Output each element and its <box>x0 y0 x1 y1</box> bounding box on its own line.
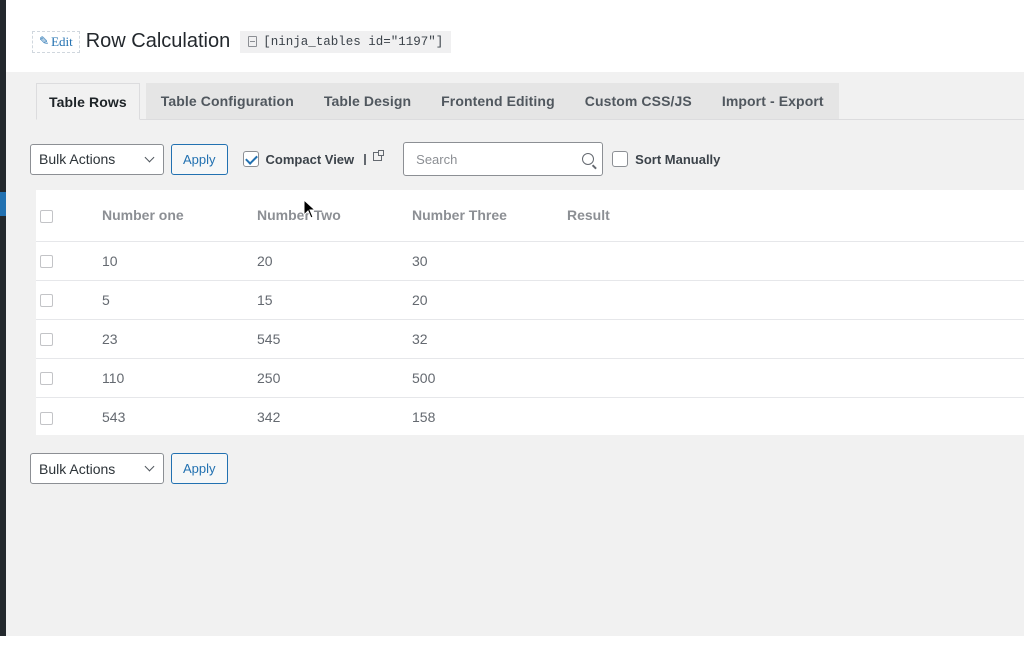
tab-table-rows[interactable]: Table Rows <box>36 83 140 120</box>
cell: 342 <box>257 408 281 425</box>
row-select-cell <box>36 280 102 319</box>
column-header[interactable]: Number one <box>102 190 257 241</box>
cell <box>567 397 1024 436</box>
cell: 32 <box>412 330 428 347</box>
select-all-checkbox[interactable] <box>40 210 53 224</box>
search-field[interactable] <box>403 142 604 176</box>
bulk-actions-value: Bulk Actions <box>39 460 116 477</box>
cell: 20 <box>412 291 428 308</box>
compact-view-label: Compact View <box>265 151 355 167</box>
sort-manually-toggle[interactable]: Sort Manually <box>612 151 720 167</box>
table-row[interactable]: 10 20 30 <box>36 241 1024 280</box>
tab-table-configuration[interactable]: Table Configuration <box>145 83 309 119</box>
cell: 110 <box>102 369 125 386</box>
table-row[interactable]: 110 250 500 <box>36 358 1024 397</box>
cell: 15 <box>257 291 273 308</box>
bulk-actions-select[interactable]: Bulk Actions <box>30 143 164 175</box>
compact-view-toggle[interactable]: Compact View <box>242 149 385 167</box>
cell: 20 <box>257 252 273 269</box>
copy-document-icon <box>248 36 258 47</box>
cell: 30 <box>412 252 428 269</box>
cell <box>567 358 1024 397</box>
pencil-icon: ✎ <box>39 34 50 48</box>
tab-frontend-editing[interactable]: Frontend Editing <box>426 83 570 119</box>
apply-button[interactable]: Apply <box>171 143 228 175</box>
sort-manually-checkbox[interactable] <box>612 151 629 167</box>
row-checkbox[interactable] <box>40 294 53 308</box>
column-header[interactable]: Number Three <box>412 190 567 241</box>
tab-bar: Table Rows Table Configuration Table Des… <box>36 83 1024 120</box>
table-header-row: Number one Number Two Number Three Resul… <box>36 190 1024 241</box>
row-select-cell <box>36 241 102 280</box>
cell: 250 <box>257 369 281 386</box>
table-row[interactable]: 5 15 20 <box>36 280 1024 319</box>
row-select-cell <box>36 397 102 436</box>
search-input[interactable] <box>414 150 565 168</box>
chevron-down-icon <box>144 461 155 472</box>
table-row[interactable]: 543 342 158 <box>36 397 1024 436</box>
cell: 545 <box>257 330 281 347</box>
tab-table-design[interactable]: Table Design <box>308 83 427 119</box>
title-row: ✎ Edit Row Calculation [ninja_tables id=… <box>32 30 452 53</box>
page-footer <box>0 636 1024 646</box>
cell: 543 <box>102 408 126 425</box>
row-select-cell <box>36 319 102 358</box>
top-toolbar: Bulk Actions Apply Compact View Sort Man… <box>30 142 720 176</box>
shortcode-text: [ninja_tables id="1197"] <box>263 34 444 49</box>
apply-button-bottom[interactable]: Apply <box>171 453 228 484</box>
row-select-cell <box>36 358 102 397</box>
page-title: Row Calculation <box>85 30 231 52</box>
column-header[interactable]: Result <box>567 190 1024 241</box>
cell: 5 <box>102 291 110 308</box>
cell: 158 <box>412 408 436 425</box>
separator <box>364 153 367 165</box>
chevron-down-icon <box>144 152 155 162</box>
tab-import-export[interactable]: Import - Export <box>706 83 839 119</box>
select-all-cell <box>36 190 102 241</box>
search-icon[interactable] <box>582 153 595 165</box>
rows-table: Number one Number Two Number Three Resul… <box>36 190 1024 436</box>
cell <box>567 319 1024 358</box>
bulk-actions-select-bottom[interactable]: Bulk Actions <box>30 453 164 484</box>
cell <box>567 280 1024 319</box>
cell: 23 <box>102 330 118 347</box>
row-checkbox[interactable] <box>40 255 53 269</box>
compact-view-checkbox[interactable] <box>242 151 259 167</box>
bottom-toolbar: Bulk Actions Apply <box>30 453 228 484</box>
cell: 10 <box>102 252 118 269</box>
edit-title-button[interactable]: ✎ Edit <box>32 30 80 53</box>
edit-label: Edit <box>51 33 73 49</box>
row-checkbox[interactable] <box>40 372 53 386</box>
rows-table-panel: Number one Number Two Number Three Resul… <box>36 190 1024 435</box>
table-row[interactable]: 23 545 32 <box>36 319 1024 358</box>
column-header[interactable]: Number Two <box>257 190 412 241</box>
tab-custom-css-js[interactable]: Custom CSS/JS <box>569 83 707 119</box>
row-checkbox[interactable] <box>40 333 53 347</box>
cell: 500 <box>412 369 436 386</box>
external-window-icon[interactable] <box>373 149 385 161</box>
sort-manually-label: Sort Manually <box>635 151 721 167</box>
row-checkbox[interactable] <box>40 411 53 425</box>
cell <box>567 241 1024 280</box>
bulk-actions-value: Bulk Actions <box>39 151 116 167</box>
shortcode-copy[interactable]: [ninja_tables id="1197"] <box>240 30 452 53</box>
